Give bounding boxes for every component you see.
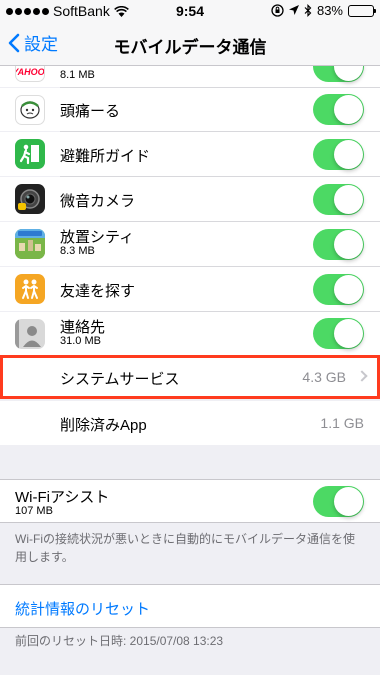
status-icons: 83% (271, 3, 376, 18)
app-name: 放置シティ (60, 229, 135, 246)
page-title: モバイルデータ通信 (113, 38, 267, 57)
evacuation-guide-icon (15, 139, 45, 169)
wifi-assist-description: Wi-Fiの接続状況が悪いときに自動的にモバイルデータ通信を使用します。 (15, 532, 355, 564)
app-toggle[interactable] (313, 139, 364, 170)
camera-app-icon (15, 184, 45, 214)
wifi-assist-toggle[interactable] (313, 486, 364, 517)
app-row-yahoo: YAHOO! 8.1 MB (0, 66, 380, 87)
find-friends-icon (15, 274, 45, 304)
system-services-row[interactable]: システムサービス 4.3 GB (0, 355, 380, 399)
app-row-camera: 微音カメラ (0, 177, 380, 221)
app-row-contacts: 連絡先 31.0 MB (0, 312, 380, 355)
city-game-icon (15, 229, 45, 259)
wifi-assist-row: Wi-Fiアシスト 107 MB (0, 479, 380, 523)
app-name: 連絡先 (60, 319, 106, 336)
navigation-bar: 設定 モバイルデータ通信 (0, 22, 380, 66)
bluetooth-icon (304, 4, 312, 17)
system-services-value: 4.3 GB (302, 369, 346, 385)
chevron-right-icon (356, 370, 368, 382)
yahoo-app-icon: YAHOO! (15, 66, 45, 82)
app-toggle[interactable] (313, 184, 364, 215)
last-reset-date: 前回のリセット日時: 2015/07/08 13:23 (15, 634, 224, 648)
app-toggle[interactable] (313, 94, 364, 125)
app-toggle[interactable] (313, 66, 364, 82)
reset-statistics-row[interactable]: 統計情報のリセット (0, 584, 380, 628)
contacts-icon (15, 319, 45, 349)
app-row-evacuation-guide: 避難所ガイド (0, 132, 380, 176)
location-icon (288, 5, 299, 15)
wifi-assist-usage: 107 MB (15, 505, 53, 517)
app-row-zutool: 頭痛ーる (0, 88, 380, 131)
app-usage: 8.3 MB (60, 245, 95, 257)
deleted-apps-value: 1.1 GB (320, 415, 364, 431)
status-bar: SoftBank 9:54 83% (0, 0, 380, 22)
app-toggle[interactable] (313, 274, 364, 305)
battery-icon (348, 4, 376, 17)
system-services-label: システムサービス (60, 371, 180, 388)
deleted-apps-label: 削除済みApp (60, 417, 147, 434)
deleted-apps-row: 削除済みApp 1.1 GB (0, 401, 380, 445)
wifi-assist-label: Wi-Fiアシスト (15, 489, 110, 506)
rotation-lock-icon (271, 4, 284, 17)
app-usage: 31.0 MB (60, 335, 101, 347)
app-name: 友達を探す (60, 283, 136, 300)
settings-list[interactable]: YAHOO! 8.1 MB 頭痛ーる 避難所ガイド (0, 66, 380, 675)
app-toggle[interactable] (313, 318, 364, 349)
app-name: 避難所ガイド (60, 148, 151, 165)
app-name: 頭痛ーる (60, 103, 121, 120)
app-name: 微音カメラ (60, 193, 136, 210)
battery-percent: 83% (316, 3, 343, 18)
app-row-find-friends: 友達を探す (0, 267, 380, 311)
app-usage: 8.1 MB (60, 69, 95, 81)
reset-statistics-link[interactable]: 統計情報のリセット (15, 598, 150, 619)
app-row-city-game: 放置シティ 8.3 MB (0, 222, 380, 266)
app-toggle[interactable] (313, 229, 364, 260)
zutool-app-icon (15, 95, 45, 125)
